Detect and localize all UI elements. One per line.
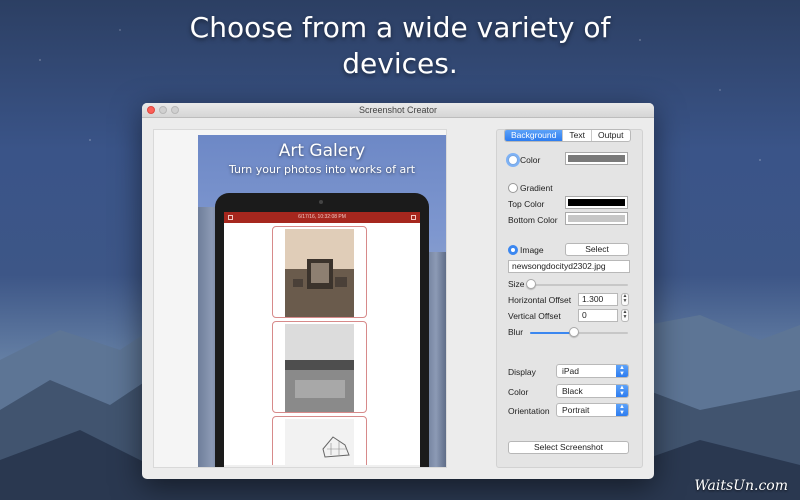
image-radio[interactable]	[508, 245, 518, 255]
vertical-offset-field[interactable]: 0	[578, 309, 618, 322]
bottom-color-swatch	[568, 215, 625, 222]
settings-tabs: Background Text Output	[504, 129, 631, 142]
display-value: iPad	[562, 366, 580, 376]
blur-label: Blur	[508, 327, 524, 337]
headline-line-1: Choose from a wide variety of	[189, 11, 611, 44]
tab-output[interactable]: Output	[590, 130, 630, 141]
app-share-icon	[411, 215, 416, 220]
app-status-bar: 6/17/16, 10:32:08 PM	[224, 212, 420, 223]
photo-card	[272, 416, 367, 467]
chevron-updown-icon: ▲ ▼	[616, 385, 628, 397]
top-color-label: Top Color	[508, 199, 545, 209]
photo-card	[272, 226, 367, 318]
size-slider-track[interactable]	[528, 284, 628, 286]
orientation-popup[interactable]: Portrait ▲ ▼	[556, 403, 629, 417]
photo-image	[285, 229, 354, 317]
size-slider-knob[interactable]	[526, 279, 536, 289]
preview-pane: Art Galery Turn your photos into works o…	[153, 129, 447, 468]
size-label: Size	[508, 279, 525, 289]
display-label: Display	[508, 367, 536, 377]
top-color-swatch	[568, 199, 625, 206]
app-menu-icon	[228, 215, 233, 220]
preview-title: Art Galery	[278, 141, 366, 161]
horizontal-offset-label: Horizontal Offset	[508, 295, 572, 305]
building-right	[426, 252, 446, 467]
window-title: Screenshot Creator	[358, 105, 438, 115]
photo-image	[285, 419, 354, 467]
screenshot-preview: Art Galery Turn your photos into works o…	[198, 135, 446, 467]
blur-slider-fill	[530, 332, 574, 334]
app-window: Screenshot Creator Art Galery Turn your …	[142, 103, 654, 479]
bottom-color-well[interactable]	[565, 212, 628, 225]
device-color-label: Color	[508, 387, 529, 397]
display-popup[interactable]: iPad ▲ ▼	[556, 364, 629, 378]
blur-slider-knob[interactable]	[569, 327, 579, 337]
vertical-offset-label: Vertical Offset	[508, 311, 561, 321]
app-toolbar	[224, 465, 420, 467]
title-bar: Screenshot Creator	[142, 103, 654, 118]
tab-background[interactable]: Background	[505, 130, 563, 141]
image-label: Image	[520, 245, 544, 255]
image-file-field[interactable]: newsongdocityd2302.jpg	[508, 260, 630, 273]
color-label: Color	[520, 155, 541, 165]
select-image-button[interactable]: Select	[565, 243, 629, 256]
horizontal-offset-field[interactable]: 1.300	[578, 293, 618, 306]
color-well[interactable]	[565, 152, 628, 165]
bottom-color-label: Bottom Color	[508, 215, 558, 225]
app-status-time: 6/17/16, 10:32:08 PM	[298, 214, 346, 220]
chevron-updown-icon: ▲ ▼	[616, 365, 628, 377]
device-color-value: Black	[562, 386, 583, 396]
top-color-well[interactable]	[565, 196, 628, 209]
device-color-popup[interactable]: Black ▲ ▼	[556, 384, 629, 398]
chevron-updown-icon: ▲ ▼	[616, 404, 628, 416]
horizontal-offset-stepper[interactable]: ▲ ▼	[621, 293, 629, 306]
orientation-label: Orientation	[508, 406, 550, 416]
gradient-label: Gradient	[520, 183, 553, 193]
vertical-offset-stepper[interactable]: ▲ ▼	[621, 309, 629, 322]
gradient-radio[interactable]	[508, 183, 518, 193]
photo-image	[285, 324, 354, 412]
tab-text[interactable]: Text	[562, 130, 591, 141]
ipad-screen: 6/17/16, 10:32:08 PM	[224, 212, 420, 467]
preview-subtitle: Turn your photos into works of art	[228, 163, 416, 176]
color-radio[interactable]	[508, 155, 518, 165]
watermark-logo: WaitsUn.com	[694, 478, 788, 494]
ipad-camera	[319, 200, 323, 204]
color-swatch	[568, 155, 625, 162]
photo-card	[272, 321, 367, 413]
select-screenshot-button[interactable]: Select Screenshot	[508, 441, 629, 454]
headline-line-2: devices.	[342, 47, 458, 80]
ipad-frame: 6/17/16, 10:32:08 PM	[215, 193, 429, 467]
headline: Choose from a wide variety of devices.	[0, 10, 800, 82]
orientation-value: Portrait	[562, 405, 590, 415]
